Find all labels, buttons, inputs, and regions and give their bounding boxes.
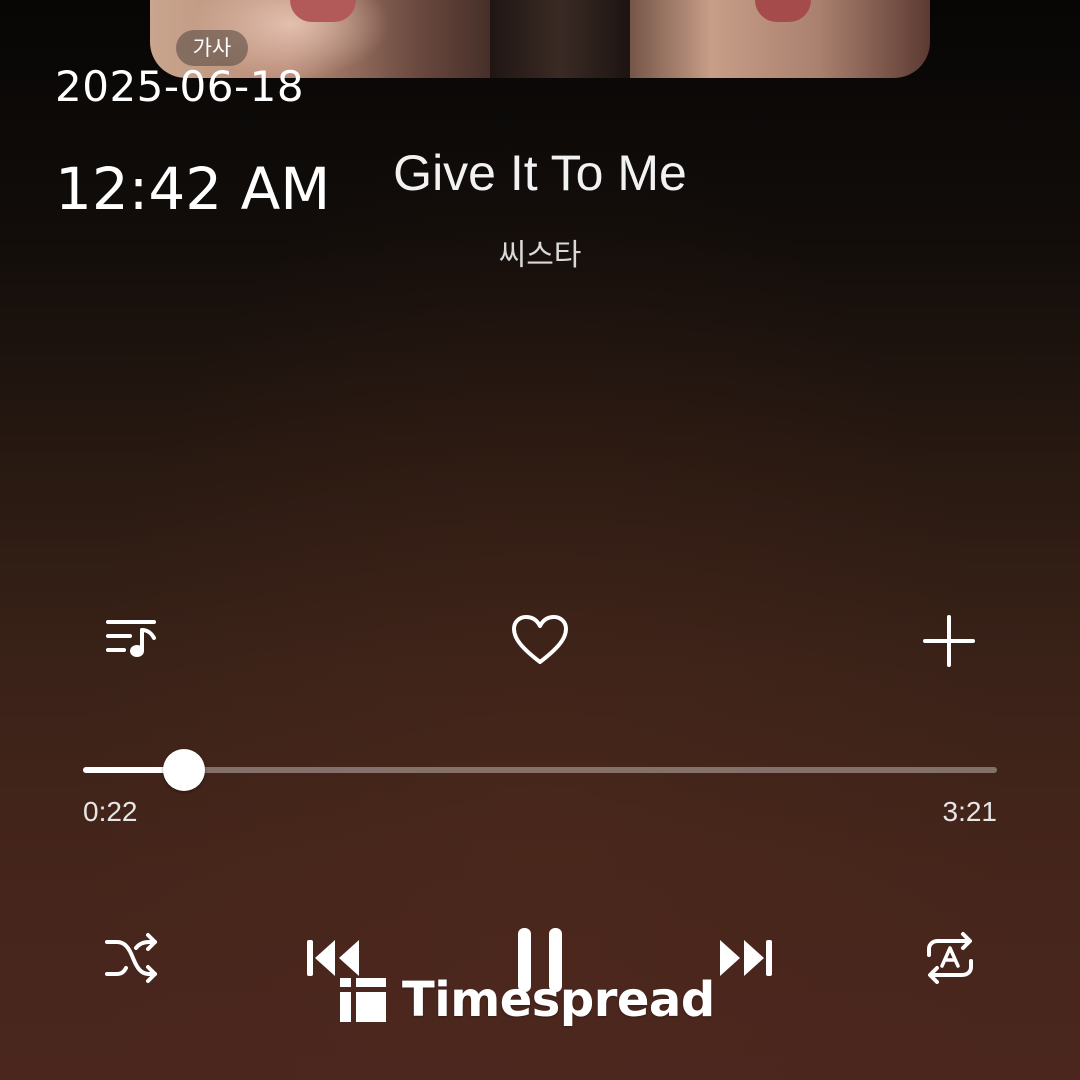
next-track-button[interactable] xyxy=(716,930,776,986)
song-title: Give It To Me xyxy=(393,145,687,201)
seek-bar-thumb[interactable] xyxy=(162,749,205,791)
timespread-logo-icon xyxy=(340,978,386,1022)
add-to-playlist-button[interactable] xyxy=(918,610,980,672)
seek-bar-track xyxy=(83,767,997,773)
watermark: Timespread xyxy=(340,972,715,1028)
skip-next-icon xyxy=(720,940,772,976)
plus-icon xyxy=(923,615,975,667)
total-time: 3:21 xyxy=(942,796,998,827)
album-art-detail-right xyxy=(755,0,811,22)
like-button[interactable] xyxy=(507,610,573,670)
playlist-button[interactable] xyxy=(100,610,162,668)
repeat-icon xyxy=(927,932,973,984)
seek-bar[interactable] xyxy=(83,749,997,791)
date-stamp: 2025-06-18 xyxy=(55,62,305,111)
shuffle-button[interactable] xyxy=(100,928,162,988)
playlist-music-icon xyxy=(106,620,156,657)
lyrics-button[interactable]: 가사 xyxy=(176,30,248,66)
repeat-button[interactable] xyxy=(918,928,982,988)
heart-outline-icon xyxy=(512,615,568,664)
album-art-detail-center xyxy=(490,0,630,78)
artist-name[interactable]: 씨스타 xyxy=(0,230,1080,274)
watermark-text: Timespread xyxy=(402,972,715,1028)
elapsed-time: 0:22 xyxy=(83,796,138,827)
shuffle-icon xyxy=(105,933,157,983)
